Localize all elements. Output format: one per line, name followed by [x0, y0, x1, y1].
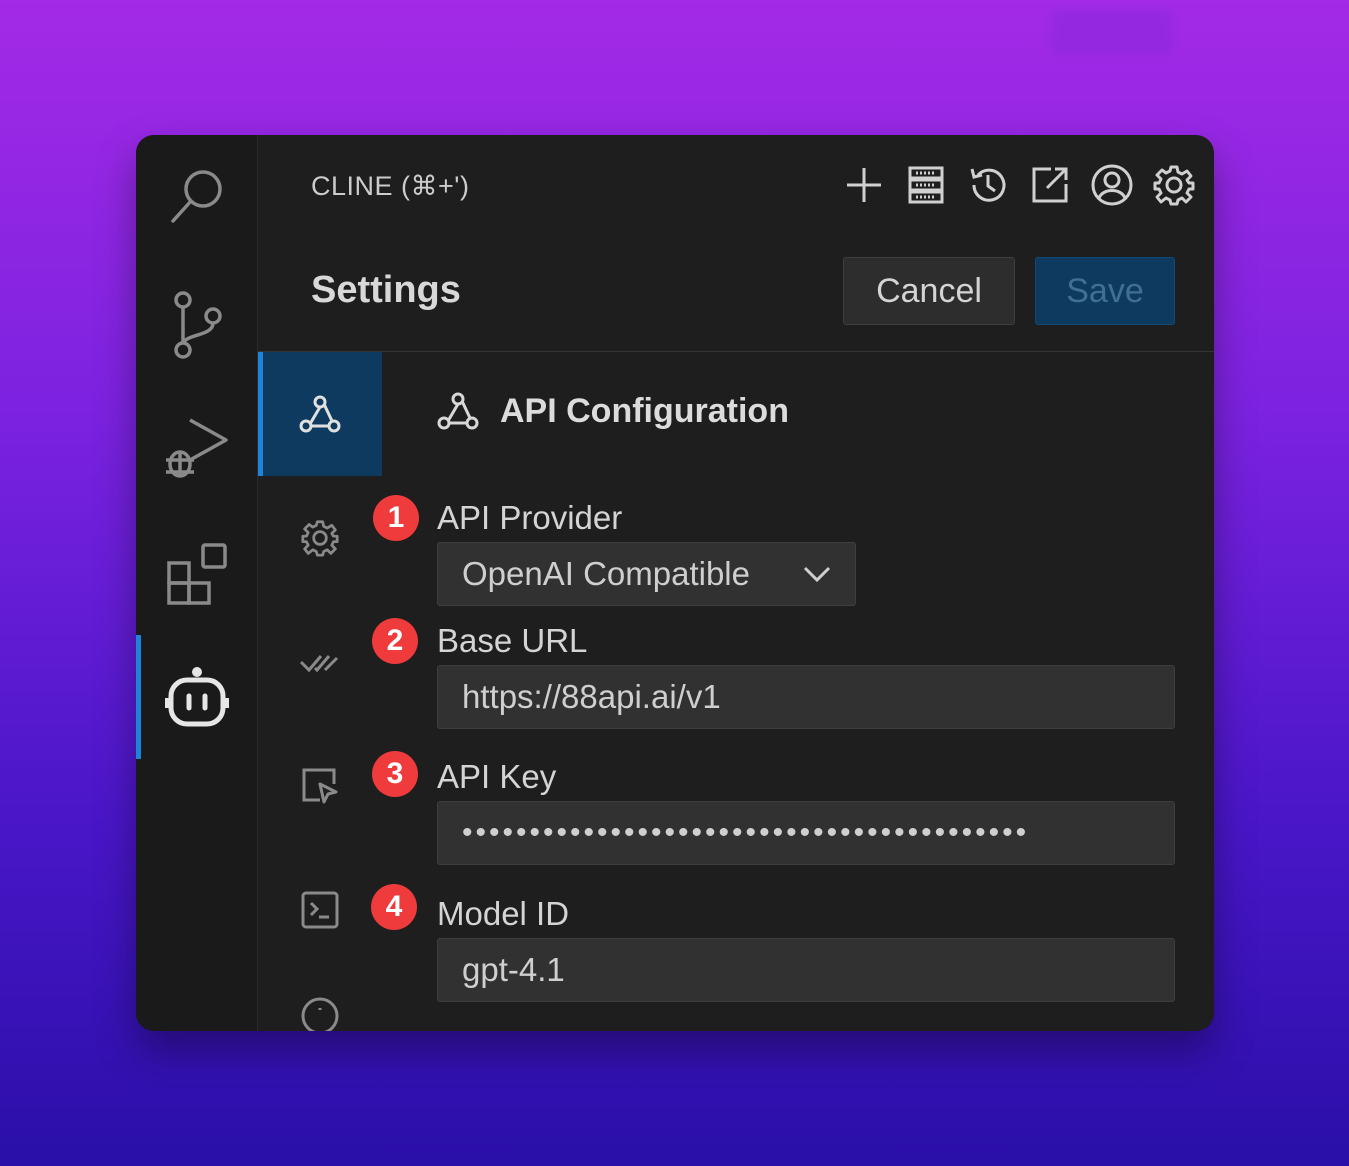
model-id-input[interactable]: gpt-4.1 — [437, 938, 1175, 1002]
section-title: API Configuration — [436, 391, 789, 431]
tab-features[interactable] — [258, 600, 382, 724]
tab-api-configuration[interactable] — [258, 352, 382, 476]
terminal-icon — [301, 891, 339, 929]
model-id-label: Model ID — [437, 895, 570, 932]
server-icon[interactable] — [904, 163, 948, 207]
history-icon[interactable] — [966, 163, 1010, 207]
tab-browser[interactable] — [258, 724, 382, 848]
extensions-icon[interactable] — [136, 511, 257, 635]
tab-about[interactable] — [258, 972, 382, 1031]
account-icon[interactable] — [1090, 163, 1134, 207]
api-provider-select[interactable]: OpenAI Compatible — [437, 542, 856, 606]
chevron-down-icon — [803, 566, 831, 582]
gear-icon — [301, 520, 339, 557]
title-actions — [842, 163, 1196, 207]
info-icon — [301, 997, 339, 1031]
vscode-window: CLINE (⌘+') Settings Cancel Save API Con… — [136, 135, 1214, 1031]
gear-icon[interactable] — [1152, 163, 1196, 207]
api-provider-label: API Provider — [437, 499, 623, 536]
panel-title: CLINE (⌘+') — [311, 171, 470, 201]
plus-icon[interactable] — [842, 163, 886, 207]
cancel-button[interactable]: Cancel — [843, 257, 1015, 325]
base-url-input[interactable]: https://88api.ai/v1 — [437, 665, 1175, 729]
cline-icon[interactable] — [136, 635, 257, 759]
save-button[interactable]: Save — [1035, 257, 1175, 325]
webhook-icon — [299, 395, 341, 433]
step-badge-3: 3 — [372, 751, 418, 797]
activity-bar — [136, 135, 258, 1031]
api-key-label: API Key — [437, 758, 557, 795]
step-badge-4: 4 — [371, 884, 417, 930]
base-url-label: Base URL — [437, 622, 588, 659]
webhook-icon — [437, 392, 479, 430]
run-debug-icon[interactable] — [136, 387, 257, 511]
main-panel: CLINE (⌘+') Settings Cancel Save API Con… — [258, 135, 1214, 1031]
api-provider-value: OpenAI Compatible — [462, 555, 750, 592]
blurred-background-element — [1052, 10, 1172, 54]
settings-title: Settings — [311, 269, 461, 311]
search-icon[interactable] — [136, 135, 257, 259]
step-badge-2: 2 — [372, 618, 418, 664]
panel-titlebar: CLINE (⌘+') — [258, 135, 1214, 235]
cursor-box-icon — [302, 768, 338, 804]
tab-terminal[interactable] — [258, 848, 382, 972]
tab-general[interactable] — [258, 476, 382, 600]
open-external-icon[interactable] — [1028, 163, 1072, 207]
section-title-label: API Configuration — [500, 391, 789, 430]
api-key-input[interactable]: ••••••••••••••••••••••••••••••••••••••••… — [437, 801, 1175, 865]
source-control-icon[interactable] — [136, 263, 257, 387]
settings-tabs — [258, 352, 382, 1031]
check-all-icon — [299, 655, 339, 673]
settings-header: Settings Cancel Save — [258, 235, 1214, 352]
step-badge-1: 1 — [373, 495, 419, 541]
